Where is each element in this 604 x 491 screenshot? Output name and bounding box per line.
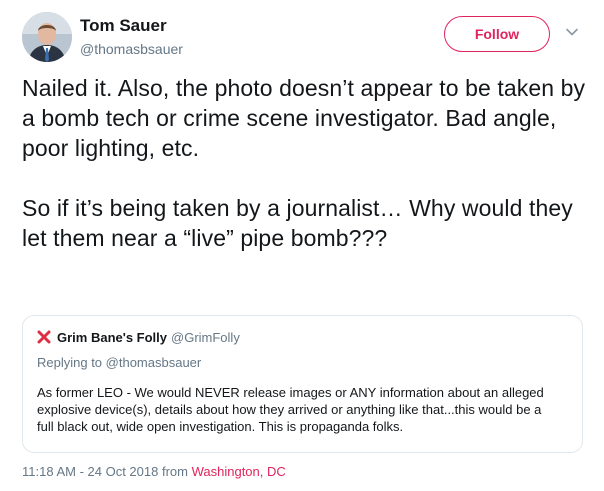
author-handle[interactable]: @thomasbsauer <box>80 39 183 59</box>
tweet-paragraph: So if it’s being taken by a journalist… … <box>22 195 573 251</box>
quoted-display-name: Grim Bane's Folly <box>57 329 168 345</box>
timestamp[interactable]: 11:18 AM - 24 Oct 2018 <box>22 464 158 479</box>
chevron-down-icon[interactable] <box>565 25 579 39</box>
tweet-header: Tom Sauer @thomasbsauer Follow <box>22 12 584 64</box>
location-link[interactable]: Washington, DC <box>192 464 286 479</box>
avatar-image <box>22 12 72 62</box>
tweet-footer: 11:18 AM - 24 Oct 2018 from Washington, … <box>22 463 286 481</box>
reply-context: Replying to @thomasbsauer <box>37 355 202 370</box>
red-x-icon <box>37 330 51 344</box>
tweet-paragraph: Nailed it. Also, the photo doesn’t appea… <box>22 75 586 161</box>
quoted-handle: @GrimFolly <box>171 329 240 345</box>
author-names: Tom Sauer @thomasbsauer <box>80 15 183 59</box>
from-label: from <box>161 464 188 479</box>
avatar[interactable] <box>22 12 72 62</box>
quoted-tweet-text: As former LEO - We would NEVER release i… <box>37 385 544 434</box>
follow-button[interactable]: Follow <box>444 16 550 52</box>
author-display-name[interactable]: Tom Sauer <box>80 15 183 37</box>
quoted-tweet-header: Grim Bane's Folly @GrimFolly <box>37 328 568 346</box>
tweet-text: Nailed it. Also, the photo doesn’t appea… <box>22 73 588 253</box>
quoted-tweet[interactable]: Grim Bane's Folly @GrimFolly Replying to… <box>22 315 583 453</box>
